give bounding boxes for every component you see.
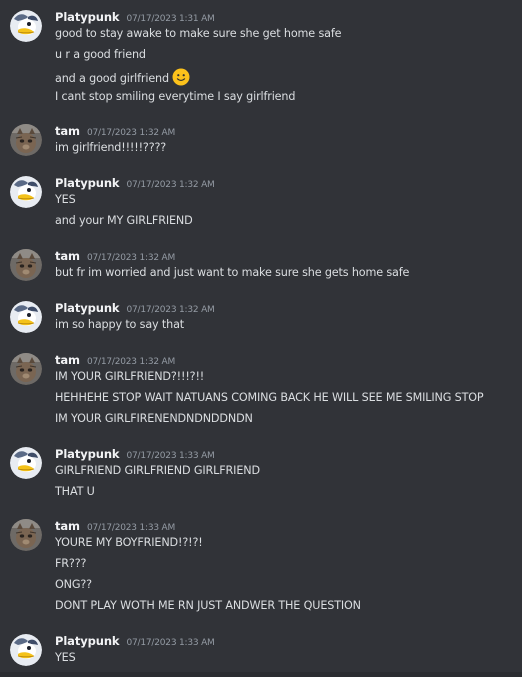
message-text: im so happy to say that [55, 318, 185, 331]
username[interactable]: tam [55, 124, 80, 138]
slightly-smiling-face-icon [172, 68, 190, 91]
message-text: and your MY GIRLFRIEND [55, 214, 193, 227]
timestamp: 07/17/2023 1:33 AM [86, 523, 176, 533]
timestamp: 07/17/2023 1:33 AM [126, 451, 215, 461]
platypunk-avatar[interactable] [10, 301, 42, 333]
message-text: HEHHEHE STOP WAIT NATUANS COMING BACK HE… [55, 391, 484, 404]
timestamp: 07/17/2023 1:33 AM [126, 638, 215, 648]
message-text: and a good girlfriend [55, 68, 190, 91]
message-text: u r a good friend [55, 47, 146, 63]
message-text: FR??? [55, 557, 87, 570]
message-text: YES [55, 651, 76, 664]
message-text: YOURE MY BOYFRIEND!?!?! [55, 536, 203, 549]
message-header: Platypunk 07/17/2023 1:32 AM [55, 176, 215, 194]
username[interactable]: Platypunk [55, 10, 120, 24]
message-text: GIRLFRIEND GIRLFRIEND GIRLFRIEND [55, 464, 260, 477]
chat-bottom-edge [0, 672, 522, 677]
username[interactable]: tam [55, 249, 80, 263]
message-text-content: and a good girlfriend [55, 72, 169, 85]
username[interactable]: tam [55, 353, 80, 367]
username[interactable]: Platypunk [55, 634, 120, 648]
platypunk-avatar[interactable] [10, 176, 42, 208]
message-text: good to stay awake to make sure she get … [55, 27, 342, 40]
tam-cat-avatar[interactable] [10, 249, 42, 281]
message-text: YES [55, 193, 76, 206]
tam-cat-avatar[interactable] [10, 353, 42, 385]
platypunk-avatar[interactable] [10, 10, 42, 42]
message-text: DONT PLAY WOTH ME RN JUST ANDWER THE QUE… [55, 599, 361, 612]
message-text: IM YOUR GIRLFIRENENDNDNDDNDN [55, 412, 253, 425]
username[interactable]: Platypunk [55, 176, 120, 190]
chat-message-list: Platypunk 07/17/2023 1:31 AM good to sta… [0, 0, 522, 677]
message-header: Platypunk 07/17/2023 1:33 AM [55, 634, 215, 652]
platypunk-avatar[interactable] [10, 634, 42, 666]
tam-cat-avatar[interactable] [10, 124, 42, 156]
timestamp: 07/17/2023 1:32 AM [126, 305, 215, 315]
username[interactable]: tam [55, 519, 80, 533]
message-text: I cant stop smiling everytime I say girl… [55, 90, 296, 103]
username[interactable]: Platypunk [55, 447, 120, 461]
message-text: IM YOUR GIRLFRIEND?!!!?!! [55, 370, 205, 383]
timestamp: 07/17/2023 1:32 AM [126, 180, 215, 190]
username[interactable]: Platypunk [55, 301, 120, 315]
platypunk-avatar[interactable] [10, 447, 42, 479]
message-text: im girlfriend!!!!!???? [55, 141, 167, 154]
timestamp: 07/17/2023 1:32 AM [86, 357, 176, 367]
timestamp: 07/17/2023 1:32 AM [86, 128, 176, 138]
message-text: ONG?? [55, 578, 92, 591]
timestamp: 07/17/2023 1:31 AM [126, 14, 215, 24]
message-text: but fr im worried and just want to make … [55, 266, 410, 279]
timestamp: 07/17/2023 1:32 AM [86, 253, 176, 263]
message-text: THAT U [55, 485, 95, 498]
message-text-content: u r a good friend [55, 48, 146, 61]
tam-cat-avatar[interactable] [10, 519, 42, 551]
